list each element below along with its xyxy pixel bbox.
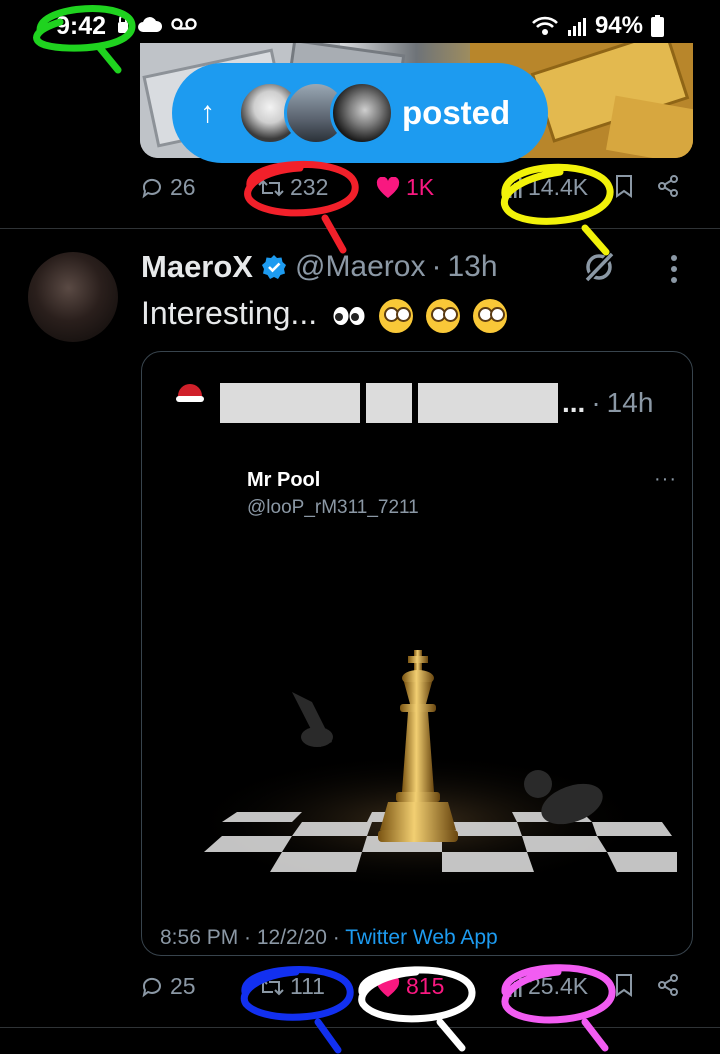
retweet-count: 232 <box>290 174 329 200</box>
reply-button[interactable]: 26 <box>140 174 196 201</box>
share-icon <box>658 974 678 996</box>
reply-icon <box>142 977 161 997</box>
embedded-author-handle: @looP_rM311_7211 <box>247 497 419 518</box>
quoted-tweet-card[interactable]: ... · 14h Mr Pool @looP_rM311_7211 ··· 8… <box>141 351 693 956</box>
like-button[interactable]: 1K <box>376 174 434 201</box>
quoted-datetime: 8:56 PM · 12/2/20 · <box>160 926 346 949</box>
reply-icon <box>142 178 161 198</box>
author-avatar[interactable] <box>28 252 118 342</box>
tweet-time[interactable]: 13h <box>447 250 497 284</box>
grok-icon[interactable] <box>580 248 618 286</box>
redacted-name <box>366 383 412 423</box>
quoted-source-link[interactable]: Twitter Web App <box>345 926 498 949</box>
share-button[interactable] <box>656 174 680 198</box>
tweet-actions: 25 111 815 25.4K <box>140 973 700 1013</box>
reply-button[interactable]: 25 <box>140 973 196 1000</box>
battery-percent: 94% <box>594 12 643 39</box>
like-count: 1K <box>406 174 435 200</box>
retweet-icon <box>258 179 284 196</box>
views-count: 14.4K <box>528 174 589 200</box>
signal-icon <box>567 18 586 36</box>
reply-count: 25 <box>170 973 196 999</box>
previous-tweet-actions: 26 232 1K 14.4K <box>140 174 700 214</box>
redacted-name <box>220 383 360 423</box>
status-icons-right: 94% <box>531 12 664 40</box>
arrow-up-icon: ↑ <box>200 96 215 129</box>
author-name[interactable]: MaeroX <box>141 249 253 285</box>
posted-label: posted <box>402 94 511 131</box>
quoted-time[interactable]: 14h <box>607 387 654 419</box>
quoted-tweet-footer: 8:56 PM · 12/2/20 · Twitter Web App <box>160 926 498 950</box>
share-icon <box>658 175 678 197</box>
chess-image <box>188 650 677 892</box>
rolling-eyes-emoji <box>425 298 460 333</box>
retweet-icon <box>258 978 284 995</box>
like-button[interactable]: 815 <box>376 973 444 1000</box>
posted-avatars <box>238 81 394 145</box>
cloud-icon <box>138 17 163 32</box>
status-icons-left <box>117 14 197 34</box>
more-options-icon[interactable] <box>662 252 686 286</box>
heart-icon <box>376 176 400 198</box>
rolling-eyes-emoji <box>472 298 507 333</box>
divider <box>0 1027 720 1028</box>
heart-icon <box>376 975 400 997</box>
wifi-icon <box>532 16 558 35</box>
retweet-button[interactable]: 232 <box>258 174 328 201</box>
separator: · <box>591 387 601 418</box>
share-button[interactable] <box>656 973 680 997</box>
rolling-eyes-emoji <box>378 298 413 333</box>
like-count: 815 <box>406 973 445 999</box>
posted-banner[interactable]: ↑ posted <box>172 63 548 163</box>
bookmark-button[interactable] <box>614 174 634 198</box>
battery-icon <box>651 15 664 37</box>
views-button[interactable]: 14.4K <box>508 174 588 201</box>
quoted-tweet-header: ... · 14h <box>174 382 653 424</box>
reply-count: 26 <box>170 174 196 200</box>
retweet-button[interactable]: 111 <box>258 973 325 1000</box>
bookmark-icon <box>616 974 632 997</box>
tweet-text-content: Interesting... <box>141 295 318 331</box>
divider <box>0 228 720 229</box>
views-button[interactable]: 25.4K <box>508 973 588 1000</box>
eyes-emoji <box>333 306 365 325</box>
tweet-text: Interesting... <box>141 295 507 333</box>
tweet-header: MaeroX @Maerox · 13h <box>141 247 498 287</box>
bookmark-icon <box>616 175 632 198</box>
embedded-author-name: Mr Pool <box>247 469 321 491</box>
views-icon <box>509 976 522 997</box>
author-handle[interactable]: @Maerox <box>295 250 426 284</box>
verified-badge-icon <box>261 255 286 279</box>
lock-icon <box>118 15 128 33</box>
redacted-handle <box>418 383 558 423</box>
quoted-author-avatar[interactable] <box>174 384 208 420</box>
gold-king-piece <box>378 650 458 842</box>
embedded-more-icon: ··· <box>654 468 677 490</box>
retweet-count: 111 <box>290 973 325 999</box>
views-icon <box>509 177 522 198</box>
status-time: 9:42 <box>56 12 107 40</box>
separator: · <box>431 250 442 283</box>
bookmark-button[interactable] <box>614 973 634 997</box>
voicemail-icon <box>171 18 197 30</box>
quoted-ellipsis: ... <box>562 387 586 418</box>
views-count: 25.4K <box>528 973 589 999</box>
avatar <box>330 81 394 145</box>
